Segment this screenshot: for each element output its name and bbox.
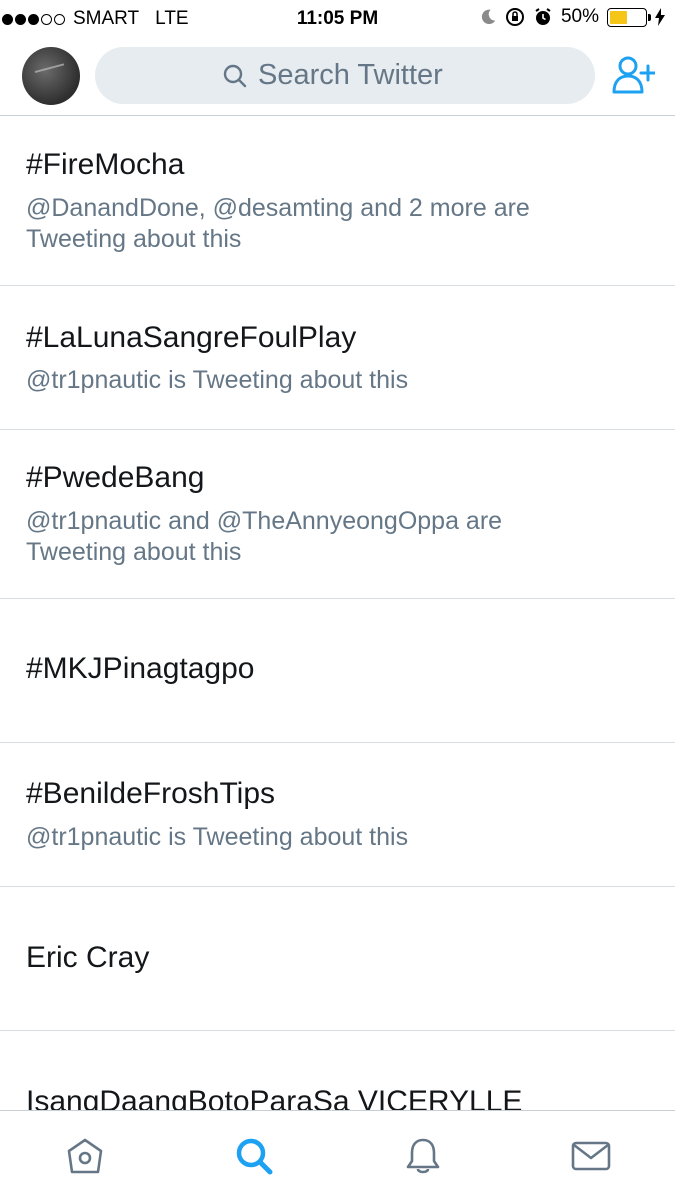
trend-meta: @DanandDone, @desamting and 2 more are T… [26,194,530,253]
trend-item[interactable]: #FireMocha @DanandDone, @desamting and 2… [0,116,675,286]
trend-item[interactable]: #PwedeBang @tr1pnautic and @TheAnnyeongO… [0,430,675,599]
avatar[interactable] [22,47,80,105]
tab-messages[interactable] [570,1135,612,1177]
search-icon [236,1138,273,1175]
add-user-icon[interactable] [611,54,655,98]
trend-name: #MKJPinagtagpo [26,652,255,685]
trend-item[interactable]: Eric Cray [0,887,675,1031]
trend-list: #FireMocha @DanandDone, @desamting and 2… [0,116,675,1110]
trend-name: IsangDaangBotoParaSa VICERYLLE [26,1085,523,1110]
rotation-lock-icon [505,8,524,26]
alarm-icon [535,8,551,25]
trend-name: #FireMocha [26,148,185,181]
mail-icon [571,1141,611,1171]
search-icon [223,64,247,87]
header [0,38,675,116]
trend-meta: @tr1pnautic and @TheAnnyeongOppa are Twe… [26,507,503,566]
tab-search[interactable] [233,1135,275,1177]
trend-name: Eric Cray [26,941,150,974]
tab-bar [0,1110,675,1200]
charging-icon [655,8,665,26]
battery-icon [607,7,651,27]
battery-percent: 50% [560,6,599,27]
trend-item[interactable]: IsangDaangBotoParaSa VICERYLLE [0,1031,675,1110]
trend-name: #PwedeBang [26,461,205,494]
bell-icon [406,1138,440,1174]
trend-meta: @tr1pnautic is Tweeting about this [26,823,409,851]
trend-item[interactable]: #MKJPinagtagpo [0,599,675,743]
trend-item[interactable]: #BenildeFroshTips @tr1pnautic is Tweetin… [0,743,675,887]
trend-name: #BenildeFroshTips [26,777,276,810]
moon-icon [481,9,496,25]
status-bar: SMART LTE 11:05 PM 50% [0,0,675,38]
home-icon [67,1138,103,1174]
tab-home[interactable] [64,1135,106,1177]
trend-meta: @tr1pnautic is Tweeting about this [26,366,409,394]
search-bar[interactable] [95,47,595,104]
search-input[interactable] [258,59,468,92]
status-right: 50% [479,6,665,28]
trend-name: #LaLunaSangreFoulPlay [26,321,357,354]
battery-level [610,10,627,24]
tab-notifications[interactable] [402,1135,444,1177]
trend-item[interactable]: #LaLunaSangreFoulPlay @tr1pnautic is Twe… [0,286,675,430]
